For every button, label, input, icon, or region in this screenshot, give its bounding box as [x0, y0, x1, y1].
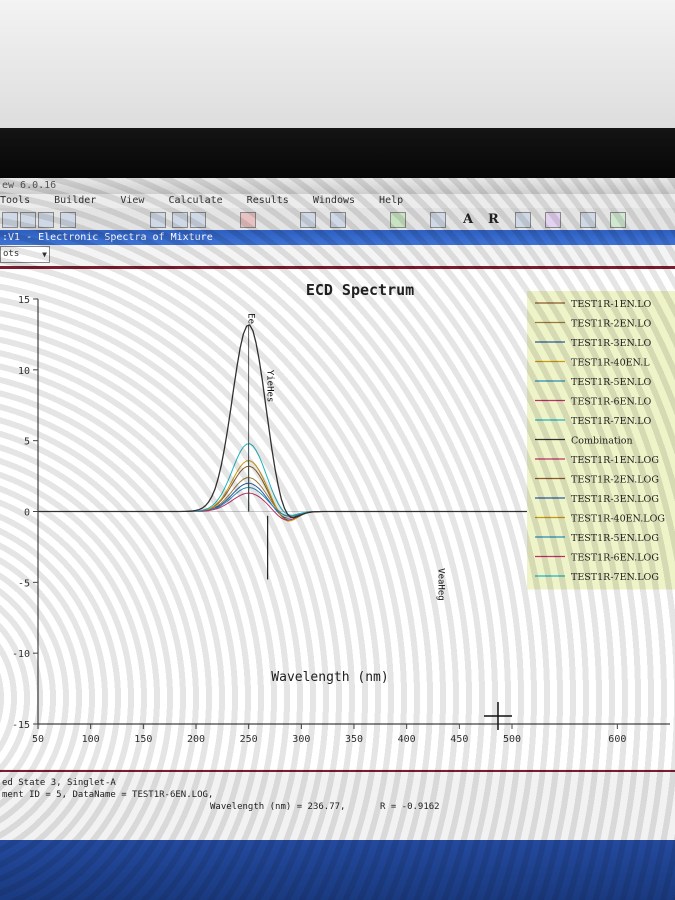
x-tick-label: 600: [608, 734, 626, 745]
legend-entry: TEST1R-7EN.LOG: [571, 572, 659, 583]
x-tick-label: 500: [503, 734, 521, 745]
menu-windows[interactable]: Windows: [313, 195, 355, 206]
label-icon[interactable]: [430, 212, 446, 228]
monitor-bezel: [0, 128, 675, 180]
wall-background: [0, 0, 675, 135]
open-icon[interactable]: [2, 212, 18, 228]
y-tick-label: -10: [12, 649, 30, 660]
legend-entry: TEST1R-40EN.LOG: [571, 514, 665, 525]
peak-annotation: Ee: [246, 313, 256, 324]
orbital-icon[interactable]: [515, 212, 531, 228]
plot-selector[interactable]: ots ▼: [0, 246, 50, 263]
a-button[interactable]: A: [463, 212, 473, 227]
edit-icon[interactable]: [190, 212, 206, 228]
legend-entry: TEST1R-2EN.LOG: [571, 475, 659, 486]
x-axis-label: Wavelength (nm): [271, 670, 388, 685]
legend-entry: TEST1R-3EN.LOG: [571, 494, 659, 505]
surface-icon[interactable]: [545, 212, 561, 228]
toolbar: A R: [0, 208, 675, 231]
x-tick-label: 50: [32, 734, 44, 745]
status-bar: ed State 3, Singlet-A ment ID = 5, DataN…: [0, 770, 675, 842]
x-tick-label: 200: [187, 734, 205, 745]
plot-selector-value: ots: [3, 249, 20, 259]
legend-entry: TEST1R-5EN.LOG: [571, 533, 659, 544]
save-icon[interactable]: [20, 212, 36, 228]
r-button[interactable]: R: [488, 212, 499, 227]
menu-results[interactable]: Results: [247, 195, 289, 206]
x-tick-label: 100: [82, 734, 100, 745]
build-icon[interactable]: [300, 212, 316, 228]
rotatory-readout: R = -0.9162: [380, 802, 440, 812]
app-window: ew 6.0.16 Tools Builder View Calculate R…: [0, 178, 675, 900]
legend-entry: TEST1R-7EN.LO: [571, 416, 652, 427]
select-icon[interactable]: [580, 212, 596, 228]
rotate-icon[interactable]: [330, 212, 346, 228]
y-tick-label: -5: [18, 578, 30, 589]
legend-entry: TEST1R-1EN.LO: [571, 299, 652, 310]
paste-icon[interactable]: [172, 212, 188, 228]
delete-icon[interactable]: [240, 212, 256, 228]
menu-builder[interactable]: Builder: [54, 195, 96, 206]
y-tick-label: 15: [18, 295, 30, 306]
menu-bar: Tools Builder View Calculate Results Win…: [0, 194, 675, 208]
y-tick-label: 10: [18, 366, 30, 377]
chart-title: ECD Spectrum: [306, 281, 414, 299]
legend-entry: TEST1R-6EN.LO: [571, 397, 652, 408]
x-tick-label: 250: [240, 734, 258, 745]
peak-annotation: YieHes: [265, 370, 275, 403]
chevron-down-icon: ▼: [42, 250, 47, 259]
x-tick-label: 300: [292, 734, 310, 745]
legend-entry: TEST1R-3EN.LO: [571, 338, 652, 349]
x-tick-label: 350: [345, 734, 363, 745]
menu-tools[interactable]: Tools: [0, 195, 30, 206]
copy-icon[interactable]: [150, 212, 166, 228]
y-tick-label: -15: [12, 720, 30, 731]
menu-view[interactable]: View: [120, 195, 144, 206]
window-title: ew 6.0.16: [0, 178, 675, 194]
y-tick-label: 5: [24, 437, 30, 448]
atom-icon[interactable]: [610, 212, 626, 228]
legend-entry: TEST1R-40EN.L: [571, 358, 650, 369]
legend-entry: TEST1R-1EN.LOG: [571, 455, 659, 466]
y-tick-label: 0: [24, 508, 30, 519]
legend-entry: TEST1R-5EN.LO: [571, 377, 652, 388]
document-title: :V1 - Electronic Spectra of Mixture: [0, 230, 675, 245]
x-tick-label: 400: [398, 734, 416, 745]
status-line-data: ment ID = 5, DataName = TEST1R-6EN.LOG,: [2, 790, 214, 800]
print-icon[interactable]: [38, 212, 54, 228]
check-icon[interactable]: [390, 212, 406, 228]
export-icon[interactable]: [60, 212, 76, 228]
legend-entry: TEST1R-6EN.LOG: [571, 553, 659, 564]
menu-help[interactable]: Help: [379, 195, 403, 206]
legend-entry: Combination: [571, 436, 633, 447]
wavelength-readout: Wavelength (nm) = 236.77,: [210, 802, 346, 812]
x-tick-label: 450: [450, 734, 468, 745]
menu-calculate[interactable]: Calculate: [168, 195, 222, 206]
legend-entry: TEST1R-2EN.LO: [571, 319, 652, 330]
taskbar: [0, 840, 675, 900]
peak-annotation: VeaHeg: [435, 568, 445, 601]
status-line-state: ed State 3, Singlet-A: [2, 778, 116, 788]
ecd-chart: ECD Spectrum 151050-5-10-1550 100 150 200 25…: [0, 269, 675, 769]
x-tick-label: 150: [134, 734, 152, 745]
legend: TEST1R-1EN.LO TEST1R-2EN.LO TEST1R-3EN.LO T…: [527, 291, 675, 590]
